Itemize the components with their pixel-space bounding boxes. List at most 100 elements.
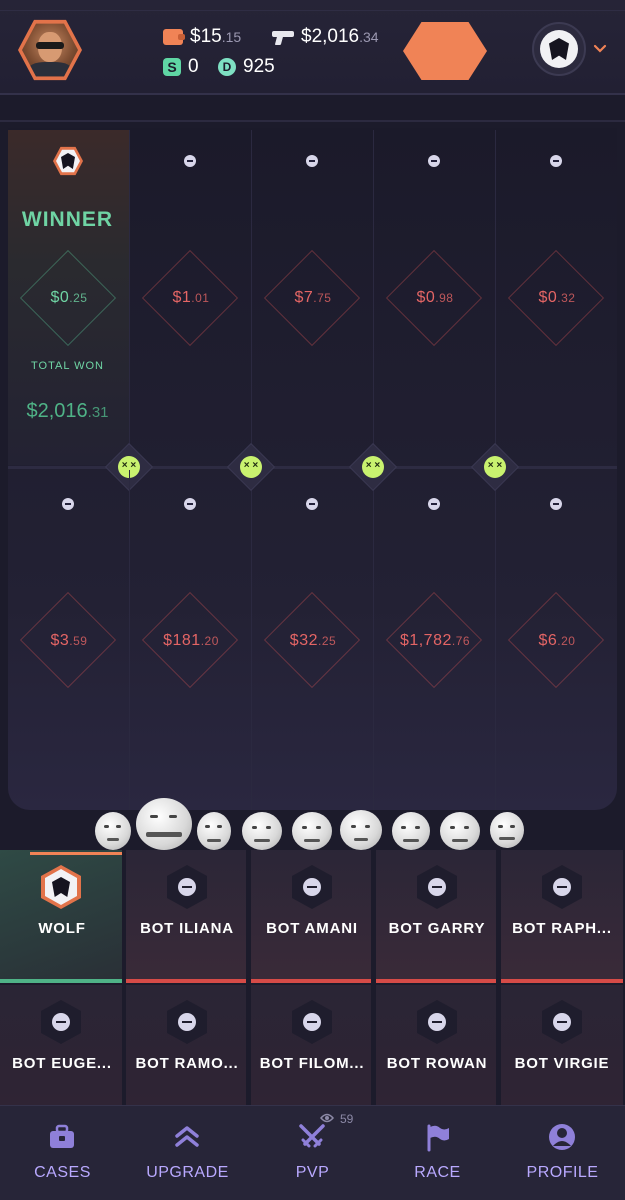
wolf-avatar-icon (41, 865, 81, 909)
inventory-value[interactable]: $2,016.34 (272, 26, 379, 48)
player-name: BOT AMANI (266, 920, 358, 937)
reaction-face-icon[interactable] (392, 812, 430, 850)
inventory-value-cents: .34 (359, 29, 379, 45)
chevron-down-icon[interactable] (593, 42, 607, 56)
item-value: $0.32 (538, 289, 576, 306)
bottom-nav: CASES UPGRADE PVP RACE PROFILE (0, 1105, 625, 1200)
d-currency-balance[interactable]: D 925 (218, 56, 275, 78)
bot-avatar-icon (542, 865, 582, 909)
empty-slot-icon (62, 498, 74, 510)
nav-pvp[interactable]: PVP (250, 1106, 375, 1200)
player-card[interactable]: BOT FILOM... (251, 985, 373, 1105)
player-name: BOT ILIANA (140, 920, 234, 937)
player-status-bar (251, 979, 371, 983)
troll-face-icon[interactable] (136, 798, 192, 850)
empty-slot-icon (306, 155, 318, 167)
player-name: BOT ROWAN (386, 1055, 488, 1072)
empty-slot-icon (184, 498, 196, 510)
flag-icon (427, 1124, 449, 1152)
player-card[interactable]: WOLF (0, 850, 124, 983)
reaction-face-icon[interactable] (340, 810, 382, 850)
wallet-balance-main: $15 (190, 26, 222, 47)
wolf-logo-icon (540, 30, 578, 68)
dead-face-icon: × × (484, 456, 506, 478)
nav-label: UPGRADE (146, 1164, 229, 1181)
player-card[interactable]: BOT VIRGIE (501, 985, 625, 1105)
total-won-value: $2,016.31 (26, 400, 109, 422)
avatar-image (22, 23, 78, 77)
item-value: $1,782.76 (399, 632, 471, 649)
dead-face-icon: × × (240, 456, 262, 478)
empty-slot-icon (550, 155, 562, 167)
empty-slot-icon (428, 498, 440, 510)
player-name: WOLF (38, 920, 86, 937)
player-list: WOLF BOT ILIANA BOT AMANI BOT GARRY BOT … (0, 850, 625, 1105)
empty-slot-icon (306, 498, 318, 510)
player-card[interactable]: BOT RAPH... (501, 850, 625, 983)
empty-slot-icon (184, 155, 196, 167)
nav-upgrade[interactable]: UPGRADE (125, 1106, 250, 1200)
gun-icon (272, 29, 294, 45)
player-card[interactable]: BOT AMANI (251, 850, 373, 983)
empty-slot-icon (428, 155, 440, 167)
empty-slot-icon (550, 498, 562, 510)
reaction-face-icon[interactable] (490, 812, 524, 848)
player-card[interactable]: BOT GARRY (376, 850, 498, 983)
d-currency-value: 925 (243, 56, 275, 77)
player-status-bar (376, 979, 496, 983)
bot-avatar-icon (41, 1000, 81, 1044)
winner-label: WINNER (21, 208, 114, 231)
item-value: $0.25 (50, 289, 88, 306)
player-name: BOT RAMO... (135, 1055, 239, 1072)
double-chevron-up-icon (175, 1126, 199, 1147)
nav-race[interactable]: RACE (375, 1106, 500, 1200)
player-name: BOT GARRY (388, 920, 486, 937)
item-value: $0.98 (416, 289, 454, 306)
reaction-face-icon[interactable] (292, 812, 332, 850)
deposit-button[interactable] (403, 22, 487, 80)
profile-menu-avatar[interactable] (532, 22, 586, 76)
player-card[interactable]: BOT ROWAN (376, 985, 498, 1105)
eye-icon (320, 1113, 334, 1123)
nav-label: CASES (34, 1164, 91, 1181)
player-card[interactable]: BOT EUGE... (0, 985, 124, 1105)
top-header: $15.15 $2,016.34 S 0 D 925 (0, 0, 625, 95)
wallet-balance-cents: .15 (221, 29, 242, 45)
bot-avatar-icon (292, 1000, 332, 1044)
bot-avatar-icon (542, 1000, 582, 1044)
user-avatar[interactable] (18, 19, 82, 81)
player-name: BOT VIRGIE (514, 1055, 610, 1072)
player-card[interactable]: BOT RAMO... (126, 985, 248, 1105)
player-name: BOT RAPH... (512, 920, 612, 937)
avatar-glasses (36, 42, 64, 49)
nav-label: PVP (295, 1164, 330, 1181)
player-status-bar (501, 979, 623, 983)
bot-avatar-icon (417, 865, 457, 909)
nav-profile[interactable]: PROFILE (500, 1106, 625, 1200)
item-value: $32.25 (289, 632, 337, 649)
nav-label: PROFILE (526, 1164, 599, 1181)
wallet-balance[interactable]: $15.15 (163, 26, 241, 48)
bot-avatar-icon (292, 865, 332, 909)
inventory-value-main: $2,016 (301, 26, 360, 47)
d-badge-icon: D (218, 58, 236, 76)
s-currency-value: 0 (188, 56, 199, 77)
item-value: $6.20 (538, 632, 576, 649)
reaction-face-icon[interactable] (95, 812, 131, 850)
bot-avatar-icon (167, 865, 207, 909)
nav-label: RACE (414, 1164, 461, 1181)
s-currency-balance[interactable]: S 0 (163, 56, 199, 78)
reaction-face-icon[interactable] (197, 812, 231, 850)
round-divider (8, 466, 617, 469)
item-value: $7.75 (294, 289, 332, 306)
reaction-face-icon[interactable] (242, 812, 282, 850)
item-value: $1.01 (172, 289, 210, 306)
pvp-viewer-count: 59 (340, 1112, 354, 1126)
player-status-bar (0, 979, 122, 983)
player-card[interactable]: BOT ILIANA (126, 850, 248, 983)
user-icon (549, 1124, 575, 1150)
bot-avatar-icon (167, 1000, 207, 1044)
nav-cases[interactable]: CASES (0, 1106, 125, 1200)
reaction-face-icon[interactable] (440, 812, 480, 850)
player-status-bar (126, 979, 246, 983)
